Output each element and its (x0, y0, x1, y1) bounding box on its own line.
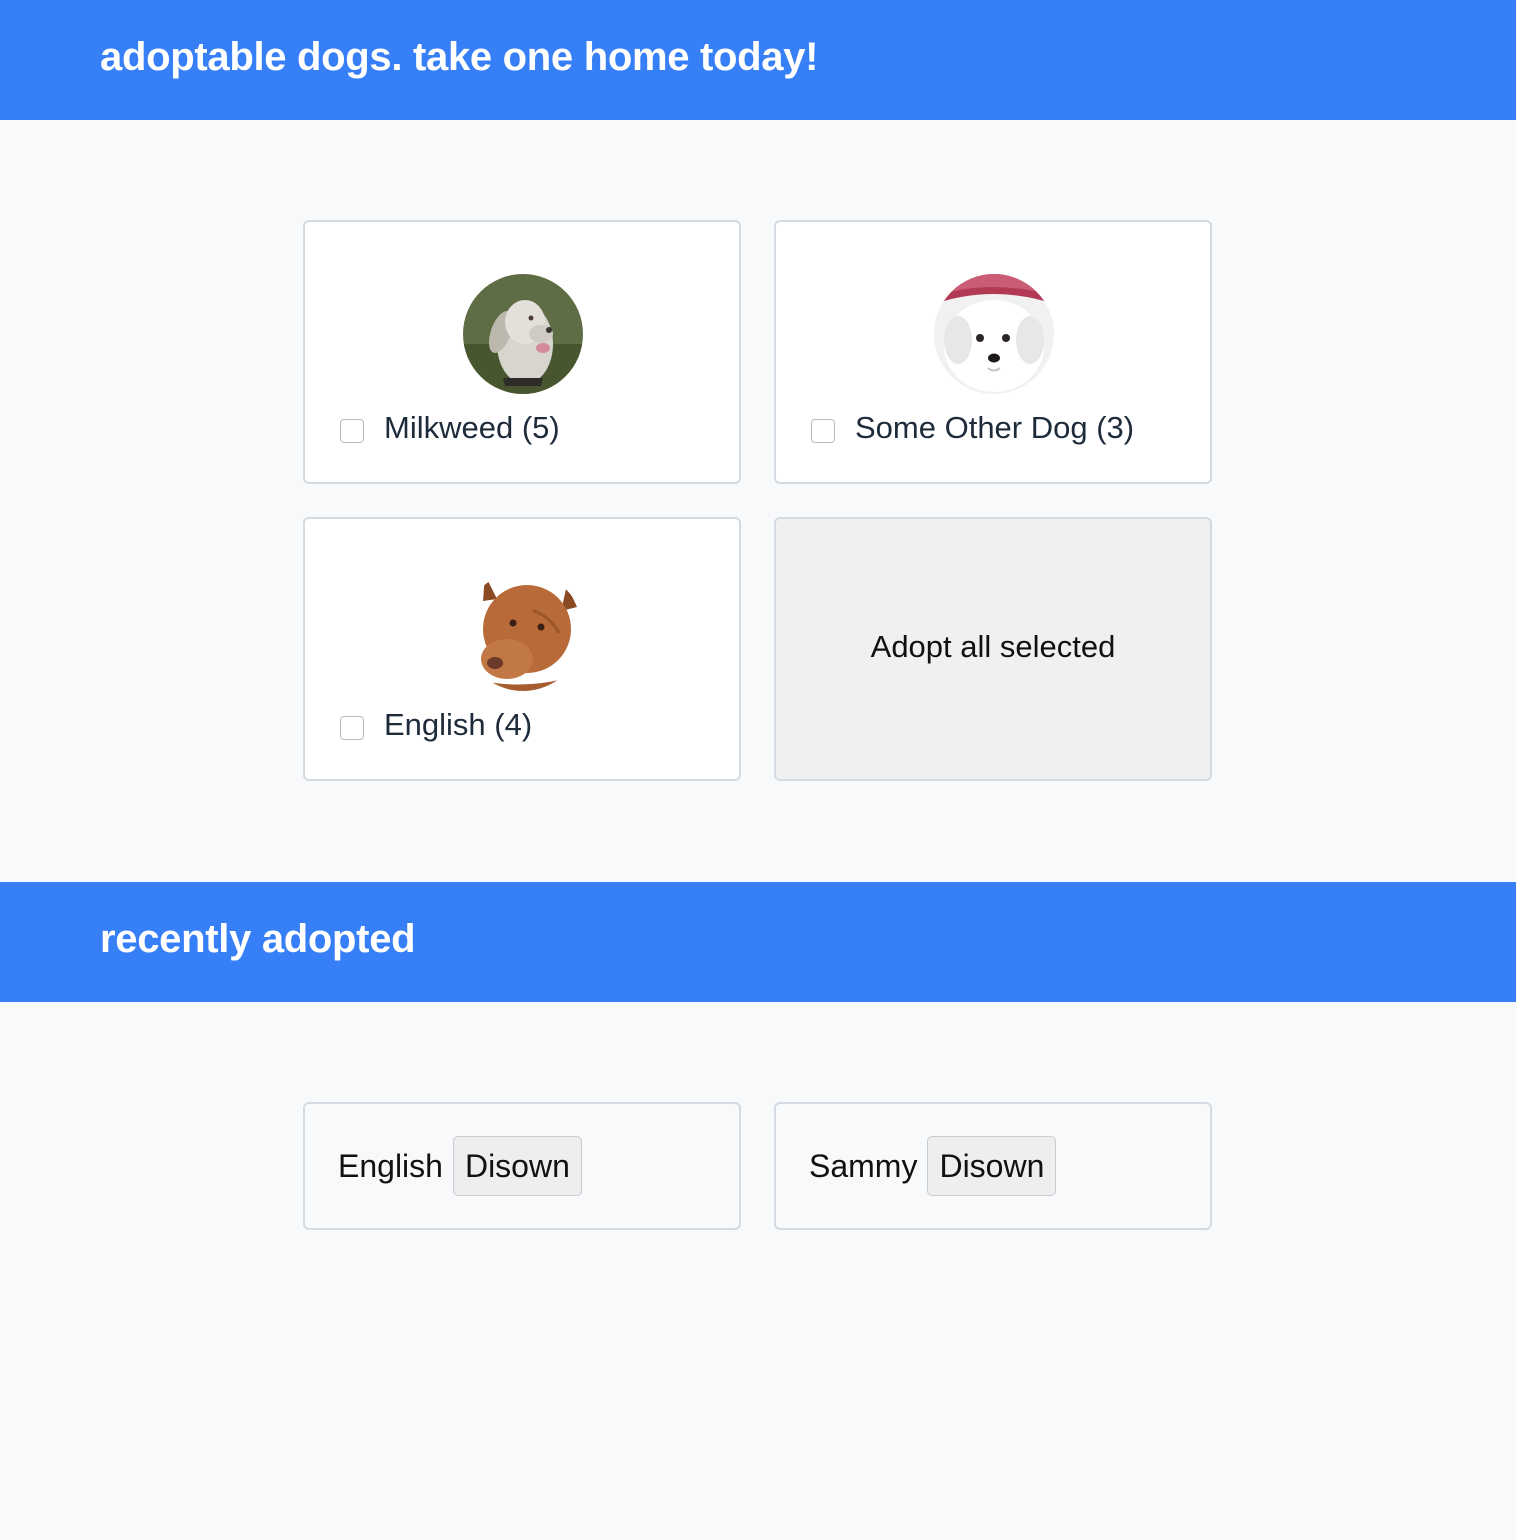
dog-checkbox-some-other-dog[interactable] (811, 419, 835, 443)
dog-label-milkweed[interactable]: Milkweed (5) (340, 410, 560, 446)
dog-avatar-english (463, 571, 583, 691)
white-fluffy-puppy-photo-icon (934, 274, 1054, 394)
recent-card-english: English Disown (303, 1102, 741, 1230)
dog-avatar-some-other-dog (934, 274, 1054, 394)
adopt-all-selected-button[interactable]: Adopt all selected (774, 517, 1212, 781)
recently-adopted-title: recently adopted (100, 917, 416, 961)
dog-label-english[interactable]: English (4) (340, 707, 532, 743)
recent-name-english: English (338, 1147, 443, 1184)
adopt-button-label: Adopt all selected (870, 629, 1116, 664)
dog-name-english: English (4) (384, 707, 533, 742)
adoptable-dogs-grid: Milkweed (5) Some Other Dog (3) English … (0, 120, 1516, 882)
dog-label-some-other-dog[interactable]: Some Other Dog (3) (811, 410, 1134, 446)
dog-card-milkweed: Milkweed (5) (303, 220, 741, 484)
weimaraner-dog-photo-icon (463, 274, 583, 394)
page-title: adoptable dogs. take one home today! (100, 35, 819, 79)
disown-button-sammy[interactable]: Disown (927, 1136, 1057, 1196)
recent-card-sammy: Sammy Disown (774, 1102, 1212, 1230)
recently-adopted-banner: recently adopted (0, 882, 1516, 1002)
dog-card-some-other-dog: Some Other Dog (3) (774, 220, 1212, 484)
brown-pit-bull-photo-icon (463, 571, 583, 691)
header-banner: adoptable dogs. take one home today! (0, 0, 1516, 120)
dog-name-some-other-dog: Some Other Dog (3) (855, 410, 1135, 445)
dog-checkbox-milkweed[interactable] (340, 419, 364, 443)
dog-card-english: English (4) (303, 517, 741, 781)
dog-avatar-milkweed (463, 274, 583, 394)
dog-name-milkweed: Milkweed (5) (384, 410, 560, 445)
dog-checkbox-english[interactable] (340, 716, 364, 740)
recently-adopted-list: English Disown Sammy Disown (0, 1002, 1516, 1540)
disown-button-english[interactable]: Disown (452, 1136, 582, 1196)
recent-name-sammy: Sammy (809, 1147, 918, 1184)
